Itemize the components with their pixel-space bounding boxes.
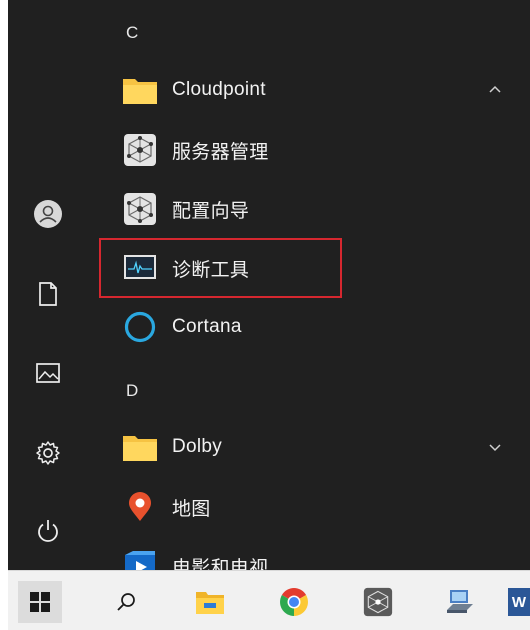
power-icon: [38, 520, 58, 542]
word-icon-label: W: [511, 593, 527, 611]
folder-dolby-label: Dolby: [172, 436, 223, 457]
windows-logo-icon: [30, 592, 50, 612]
documents-button[interactable]: [30, 276, 66, 312]
cloudpoint-app-icon: [124, 193, 156, 225]
pictures-icon: [36, 363, 60, 383]
app-config-wizard-label: 配置向导: [172, 200, 250, 222]
folder-cloudpoint[interactable]: Cloudpoint: [110, 64, 520, 116]
network-computer-icon: [447, 590, 473, 613]
taskbar-network-app[interactable]: [438, 581, 482, 623]
cloudpoint-app-icon: [124, 134, 156, 166]
cloudpoint-app-icon: [363, 587, 393, 617]
folder-icon: [123, 436, 157, 461]
app-server-management-label: 服务器管理: [172, 141, 269, 163]
search-icon: [117, 593, 135, 611]
app-cortana-label: Cortana: [172, 316, 242, 337]
word-icon: W: [508, 588, 530, 616]
group-header-c[interactable]: C: [126, 23, 138, 43]
app-cortana[interactable]: Cortana: [110, 301, 520, 353]
app-maps[interactable]: 地图: [110, 481, 520, 533]
settings-icon: [36, 441, 60, 465]
highlight-box: [99, 238, 342, 298]
app-movies-tv-label: 电影和电视: [172, 557, 269, 571]
taskbar-search-button[interactable]: [104, 581, 148, 623]
taskbar-chrome[interactable]: [272, 581, 316, 623]
app-server-management[interactable]: 服务器管理: [110, 124, 520, 176]
cortana-icon: [124, 311, 156, 343]
chevron-up-icon: [489, 85, 501, 93]
app-config-wizard[interactable]: 配置向导: [110, 183, 520, 235]
file-explorer-icon: [196, 592, 224, 614]
taskbar-word[interactable]: W: [508, 581, 530, 623]
user-account-button[interactable]: [30, 196, 66, 232]
pictures-button[interactable]: [30, 355, 66, 391]
user-avatar-icon: [34, 200, 62, 228]
settings-button[interactable]: [30, 435, 66, 471]
start-left-rail: [8, 0, 96, 570]
taskbar: W: [8, 570, 530, 630]
power-button[interactable]: [30, 513, 66, 549]
app-movies-tv[interactable]: 电影和电视: [110, 540, 520, 570]
start-button[interactable]: [18, 581, 62, 623]
folder-dolby[interactable]: Dolby: [110, 421, 520, 473]
taskbar-cloudpoint[interactable]: [356, 581, 400, 623]
taskbar-file-explorer[interactable]: [188, 581, 232, 623]
chevron-down-icon: [489, 444, 501, 452]
chrome-icon: [280, 588, 308, 616]
document-icon: [39, 282, 57, 306]
group-header-d[interactable]: D: [126, 381, 138, 401]
maps-pin-icon: [129, 492, 151, 521]
app-maps-label: 地图: [172, 498, 211, 520]
folder-cloudpoint-label: Cloudpoint: [172, 79, 266, 100]
movies-tv-icon: [125, 551, 155, 570]
folder-icon: [123, 79, 157, 104]
